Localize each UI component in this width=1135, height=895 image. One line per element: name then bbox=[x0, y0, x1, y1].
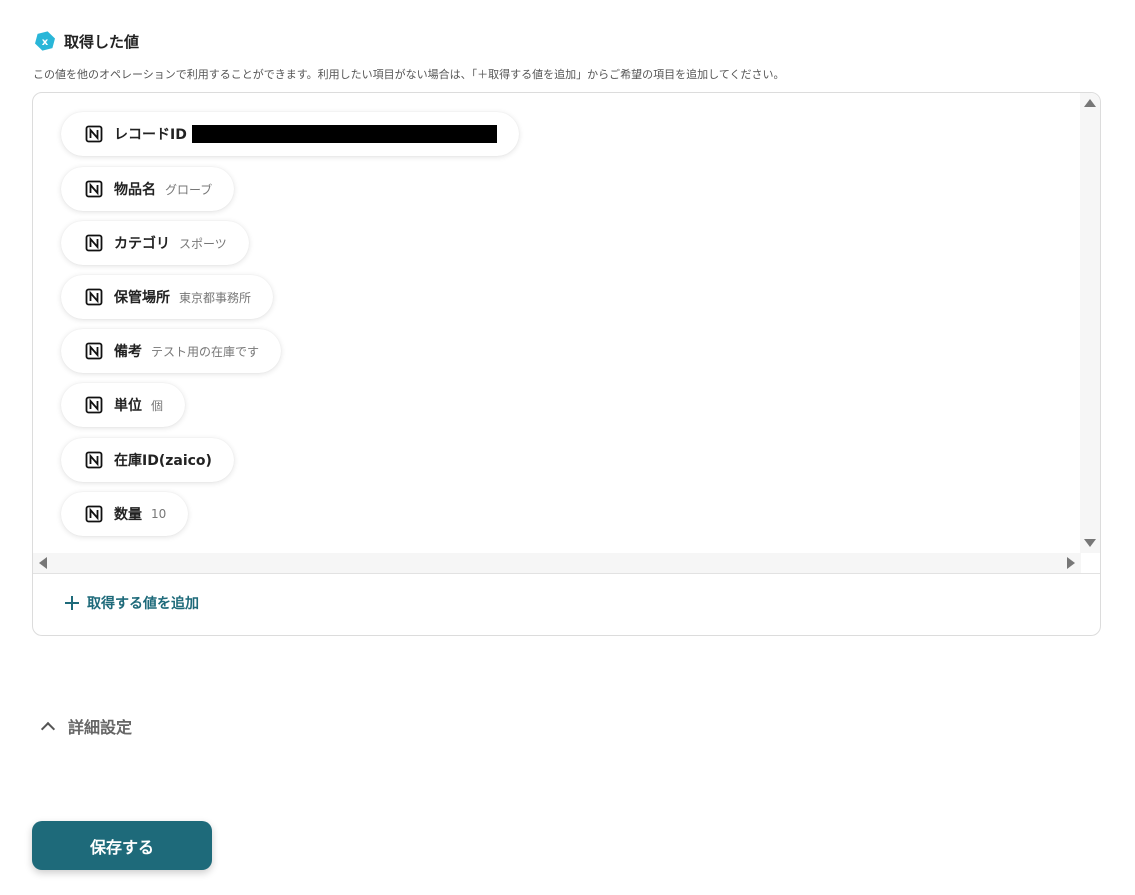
save-button[interactable]: 保存する bbox=[32, 821, 212, 870]
chip-value: 個 bbox=[151, 398, 164, 413]
chip-label: 物品名 bbox=[114, 182, 156, 198]
scroll-up-icon[interactable] bbox=[1084, 99, 1096, 107]
notion-icon bbox=[85, 125, 103, 143]
notion-icon bbox=[85, 451, 103, 469]
plus-icon bbox=[65, 596, 79, 610]
chip-value: 10 bbox=[151, 507, 167, 521]
scroll-left-icon[interactable] bbox=[39, 557, 47, 569]
chip-label: 単位 bbox=[114, 398, 142, 414]
divider bbox=[33, 573, 1100, 574]
scroll-right-icon[interactable] bbox=[1067, 557, 1075, 569]
advanced-settings-toggle[interactable]: 詳細設定 bbox=[40, 714, 132, 738]
value-chip-category[interactable]: カテゴリ スポーツ bbox=[61, 221, 249, 265]
chevron-up-icon bbox=[40, 719, 54, 733]
value-chip-unit[interactable]: 単位 個 bbox=[61, 383, 186, 427]
redacted-value bbox=[191, 125, 497, 143]
chip-label: 在庫ID(zaico) bbox=[114, 453, 212, 469]
advanced-settings-label: 詳細設定 bbox=[68, 718, 133, 737]
extract-value-icon: x bbox=[35, 31, 55, 51]
value-chip-zaico-id[interactable]: 在庫ID(zaico) bbox=[61, 438, 234, 482]
retrieved-values-panel: レコードID 物品名 グローブ カテゴリ スポーツ 保管場所 東京都事務所 備考… bbox=[32, 92, 1101, 636]
chip-label: 備考 bbox=[114, 344, 142, 360]
values-scroll-area[interactable]: レコードID 物品名 グローブ カテゴリ スポーツ 保管場所 東京都事務所 備考… bbox=[33, 93, 1081, 553]
value-chip-quantity[interactable]: 数量 10 bbox=[61, 492, 189, 536]
chip-value: スポーツ bbox=[179, 236, 227, 251]
notion-icon bbox=[85, 234, 103, 252]
value-chip-storage-location[interactable]: 保管場所 東京都事務所 bbox=[61, 275, 274, 319]
notion-icon bbox=[85, 396, 103, 414]
chip-label: 数量 bbox=[114, 507, 142, 523]
scroll-down-icon[interactable] bbox=[1084, 539, 1096, 547]
notion-icon bbox=[85, 342, 103, 360]
section-description: この値を他のオペレーションで利用することができます。利用したい項目がない場合は、… bbox=[33, 68, 785, 81]
svg-text:x: x bbox=[42, 37, 49, 48]
value-chip-record-id[interactable]: レコードID bbox=[61, 112, 519, 156]
chip-label: レコードID bbox=[114, 127, 187, 143]
section-title: 取得した値 bbox=[64, 32, 140, 51]
add-value-label: 取得する値を追加 bbox=[87, 596, 199, 612]
section-header: x 取得した値 bbox=[34, 30, 139, 52]
vertical-scrollbar[interactable] bbox=[1080, 93, 1100, 553]
horizontal-scrollbar[interactable] bbox=[33, 553, 1081, 573]
chip-value: テスト用の在庫です bbox=[151, 344, 260, 359]
value-chip-item-name[interactable]: 物品名 グローブ bbox=[61, 167, 235, 211]
notion-icon bbox=[85, 180, 103, 198]
chip-value: 東京都事務所 bbox=[179, 290, 252, 305]
chip-label: 保管場所 bbox=[114, 290, 170, 306]
value-chip-notes[interactable]: 備考 テスト用の在庫です bbox=[61, 329, 282, 373]
chip-label: カテゴリ bbox=[114, 236, 170, 252]
chip-value: グローブ bbox=[165, 182, 213, 197]
notion-icon bbox=[85, 505, 103, 523]
notion-icon bbox=[85, 288, 103, 306]
add-value-button[interactable]: 取得する値を追加 bbox=[65, 593, 199, 613]
